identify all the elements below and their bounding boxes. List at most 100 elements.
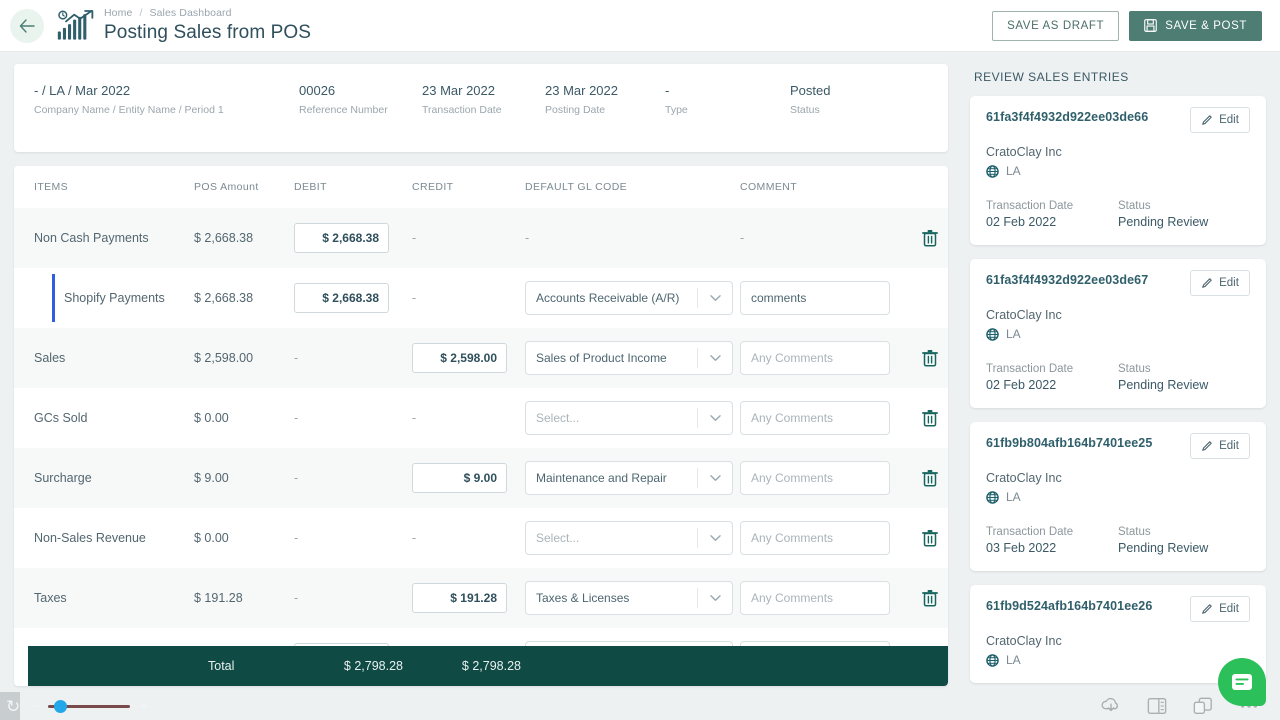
pencil-icon [1202, 604, 1212, 614]
debit-empty: - [294, 471, 299, 485]
entry-location-label: LA [1006, 490, 1021, 504]
breadcrumb-home[interactable]: Home [104, 7, 132, 19]
reload-icon[interactable]: ↻ [6, 698, 20, 715]
trash-icon[interactable] [921, 409, 938, 427]
credit-input[interactable]: $ 191.28 [412, 583, 507, 613]
zoom-slider-track[interactable] [48, 699, 131, 713]
entry-location: LA [986, 490, 1250, 504]
trash-icon[interactable] [921, 529, 938, 547]
entry-edit-button[interactable]: Edit [1190, 596, 1250, 622]
comment-input[interactable]: Any Comments [740, 401, 890, 435]
entry-edit-button[interactable]: Edit [1190, 270, 1250, 296]
comment-input[interactable]: Any Comments [740, 521, 890, 555]
row-delete-cell [905, 469, 948, 487]
zoom-control: ↻ − + [0, 692, 190, 720]
summary-value: - / LA / Mar 2022 [34, 83, 131, 98]
select-chevron[interactable] [698, 534, 732, 542]
gl-code-value: Accounts Receivable (A/R) [536, 291, 680, 305]
entry-header: 61fb9b804afb164b7401ee25 Edit [986, 433, 1250, 459]
row-comment-cell: comments [740, 281, 905, 315]
comment-input[interactable]: Any Comments [740, 341, 890, 375]
totals-debit: $ 2,798.28 [343, 659, 403, 673]
row-credit-cell: $ 9.00 [412, 463, 525, 493]
chevron-down-icon [709, 595, 721, 601]
row-pos-amount: $ 2,668.38 [194, 231, 254, 245]
credit-input[interactable]: $ 9.00 [412, 463, 507, 493]
row-comment-cell: Any Comments [740, 521, 905, 555]
row-item-label: Sales [34, 351, 66, 365]
entry-location: LA [986, 164, 1250, 178]
trash-icon[interactable] [921, 349, 938, 367]
row-pos-amount: $ 0.00 [194, 411, 229, 425]
entry-edit-button[interactable]: Edit [1190, 433, 1250, 459]
gl-code-select[interactable]: Maintenance and Repair [525, 461, 733, 495]
row-gl-cell: Taxes & Licenses [525, 581, 740, 615]
debit-input[interactable]: $ 2,668.38 [294, 283, 389, 313]
entry-edit-label: Edit [1219, 114, 1239, 126]
copy-windows-icon[interactable] [1192, 696, 1214, 716]
row-item-label: GCs Sold [34, 411, 88, 425]
select-chevron[interactable] [698, 474, 732, 482]
gl-code-value: Maintenance and Repair [536, 471, 667, 485]
totals-bar: Total $ 2,798.28 $ 2,798.28 [28, 646, 948, 686]
summary-field-transaction-date: 23 Mar 2022 Transaction Date [422, 82, 545, 134]
row-credit-cell: - [412, 529, 525, 547]
comment-input[interactable]: comments [740, 281, 890, 315]
gl-code-value: Select... [536, 411, 580, 425]
gl-code-select[interactable]: Select... [525, 401, 733, 435]
globe-icon [986, 490, 999, 504]
breadcrumb-current[interactable]: Sales Dashboard [150, 7, 232, 19]
sales-entry-card[interactable]: 61fb9b804afb164b7401ee25 Edit CratoClay In… [970, 422, 1266, 571]
trash-icon[interactable] [921, 469, 938, 487]
chevron-down-icon [709, 355, 721, 361]
gl-code-select[interactable]: Sales of Product Income [525, 341, 733, 375]
row-item-label: Non-Sales Revenue [34, 531, 146, 545]
minus-icon[interactable]: − [29, 698, 39, 715]
credit-empty: - [412, 291, 417, 305]
entry-id: 61fb9d524afb164b7401ee26 [986, 599, 1153, 613]
row-comment-cell: - [740, 229, 905, 247]
title-block: Home / Sales Dashboard Posting Sales fro… [104, 7, 311, 44]
gl-code-select[interactable]: Accounts Receivable (A/R) [525, 281, 733, 315]
gl-code-value: Taxes & Licenses [536, 591, 630, 605]
gl-code-select[interactable]: Select... [525, 521, 733, 555]
entry-edit-button[interactable]: Edit [1190, 107, 1250, 133]
row-comment-cell: Any Comments [740, 341, 905, 375]
entry-transaction-date: Transaction Date 02 Feb 2022 [986, 363, 1118, 392]
row-delete-cell [905, 529, 948, 547]
comment-input[interactable]: Any Comments [740, 581, 890, 615]
zoom-slider-knob[interactable] [54, 699, 68, 713]
entry-status-value: Pending Review [1118, 541, 1209, 555]
credit-input[interactable]: $ 2,598.00 [412, 343, 507, 373]
select-chevron[interactable] [698, 594, 732, 602]
download-cloud-icon[interactable] [1100, 696, 1122, 716]
select-chevron[interactable] [698, 414, 732, 422]
row-comment-cell: Any Comments [740, 401, 905, 435]
save-and-post-button[interactable]: SAVE & POST [1129, 10, 1262, 41]
trash-icon[interactable] [921, 589, 938, 607]
breadcrumb: Home / Sales Dashboard [104, 7, 311, 20]
column-header-items: ITEMS [34, 181, 69, 193]
row-delete-cell [905, 229, 948, 247]
select-chevron[interactable] [698, 354, 732, 362]
back-button[interactable] [10, 8, 44, 43]
entry-transaction-date-label: Transaction Date [986, 363, 1074, 375]
trash-icon[interactable] [921, 229, 938, 247]
chevron-down-icon [709, 475, 721, 481]
debit-input[interactable]: $ 2,668.38 [294, 223, 389, 253]
sales-entry-card[interactable]: 61fa3f4f4932d922ee03de66 Edit CratoClay In… [970, 96, 1266, 245]
sales-entry-card[interactable]: 61fa3f4f4932d922ee03de67 Edit CratoClay In… [970, 259, 1266, 408]
comment-input[interactable]: Any Comments [740, 461, 890, 495]
select-chevron[interactable] [698, 294, 732, 302]
summary-field-reference: 00026 Reference Number [299, 82, 422, 134]
entry-status-value: Pending Review [1118, 215, 1209, 229]
panel-layout-icon[interactable] [1146, 696, 1168, 716]
debit-empty: - [294, 411, 299, 425]
gl-code-select[interactable]: Taxes & Licenses [525, 581, 733, 615]
save-as-draft-button[interactable]: SAVE AS DRAFT [992, 10, 1120, 41]
plus-icon[interactable]: + [139, 698, 149, 715]
entry-edit-label: Edit [1219, 603, 1239, 615]
row-debit-cell: $ 2,668.38 [294, 223, 412, 253]
chat-widget-button[interactable] [1218, 658, 1266, 706]
table-body: Non Cash Payments $ 2,668.38 $ 2,668.38 - - -… [14, 208, 948, 686]
